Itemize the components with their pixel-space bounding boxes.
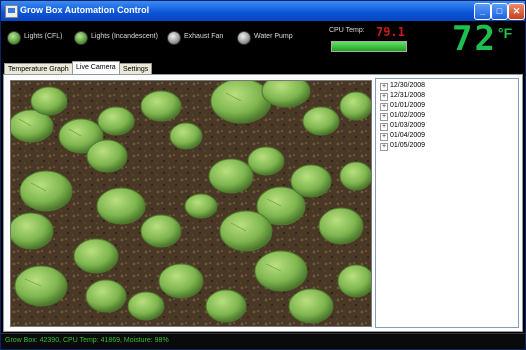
date-label: 01/04/2009: [390, 132, 426, 139]
cpu-temp-progress-fill: [332, 42, 406, 51]
plus-expander-icon[interactable]: +: [380, 143, 388, 151]
cpu-temp-label: CPU Temp:: [329, 27, 365, 34]
close-button[interactable]: ✕: [508, 3, 525, 20]
indicator-label: Lights (Incandescent): [91, 33, 158, 40]
led-on-icon: [7, 31, 21, 45]
plus-expander-icon[interactable]: +: [380, 123, 388, 131]
status-bar: Grow Box: 42390, CPU Temp: 41869, Moistu…: [1, 333, 525, 349]
plus-expander-icon[interactable]: +: [380, 133, 388, 141]
indicator-label: Lights (CFL): [24, 33, 63, 40]
live-camera-panel: + 12/30/2008 + 12/31/2008 + 01/01/2009 +…: [3, 74, 523, 332]
date-label: 01/03/2009: [390, 122, 426, 129]
date-label: 01/01/2009: [390, 102, 426, 109]
plus-expander-icon[interactable]: +: [380, 83, 388, 91]
date-label: 01/02/2009: [390, 112, 426, 119]
date-label: 12/30/2008: [390, 82, 426, 89]
temperature-readout: 72: [452, 19, 497, 59]
date-label: 12/31/2008: [390, 92, 426, 99]
app-window-icon: [5, 5, 18, 18]
led-off-icon: [167, 31, 181, 45]
title-bar[interactable]: Grow Box Automation Control _ □ ✕: [1, 1, 525, 21]
led-on-icon: [74, 31, 88, 45]
tab-live-camera[interactable]: Live Camera: [72, 61, 120, 75]
date-tree-list[interactable]: + 12/30/2008 + 12/31/2008 + 01/01/2009 +…: [375, 78, 519, 328]
live-camera-view: [10, 80, 372, 327]
window-title: Grow Box Automation Control: [20, 5, 150, 15]
cpu-temp-value: 79.1: [376, 25, 405, 39]
maximize-button[interactable]: □: [491, 3, 508, 20]
indicator-label: Exhaust Fan: [184, 33, 224, 40]
cpu-temp-progress-bar: [331, 41, 407, 52]
temperature-unit: °F: [498, 25, 513, 41]
plus-expander-icon[interactable]: +: [380, 93, 388, 101]
camera-image: [11, 81, 371, 326]
status-text: Grow Box: 42390, CPU Temp: 41869, Moistu…: [5, 337, 169, 344]
plus-expander-icon[interactable]: +: [380, 113, 388, 121]
app-window: Grow Box Automation Control _ □ ✕ Lights…: [0, 0, 526, 350]
minimize-button[interactable]: _: [474, 3, 491, 20]
date-label: 01/05/2009: [390, 142, 426, 149]
tab-strip: Temperature Graph Live Camera Settings: [1, 61, 525, 76]
plus-expander-icon[interactable]: +: [380, 103, 388, 111]
indicator-label: Water Pump: [254, 33, 293, 40]
led-off-icon: [237, 31, 251, 45]
